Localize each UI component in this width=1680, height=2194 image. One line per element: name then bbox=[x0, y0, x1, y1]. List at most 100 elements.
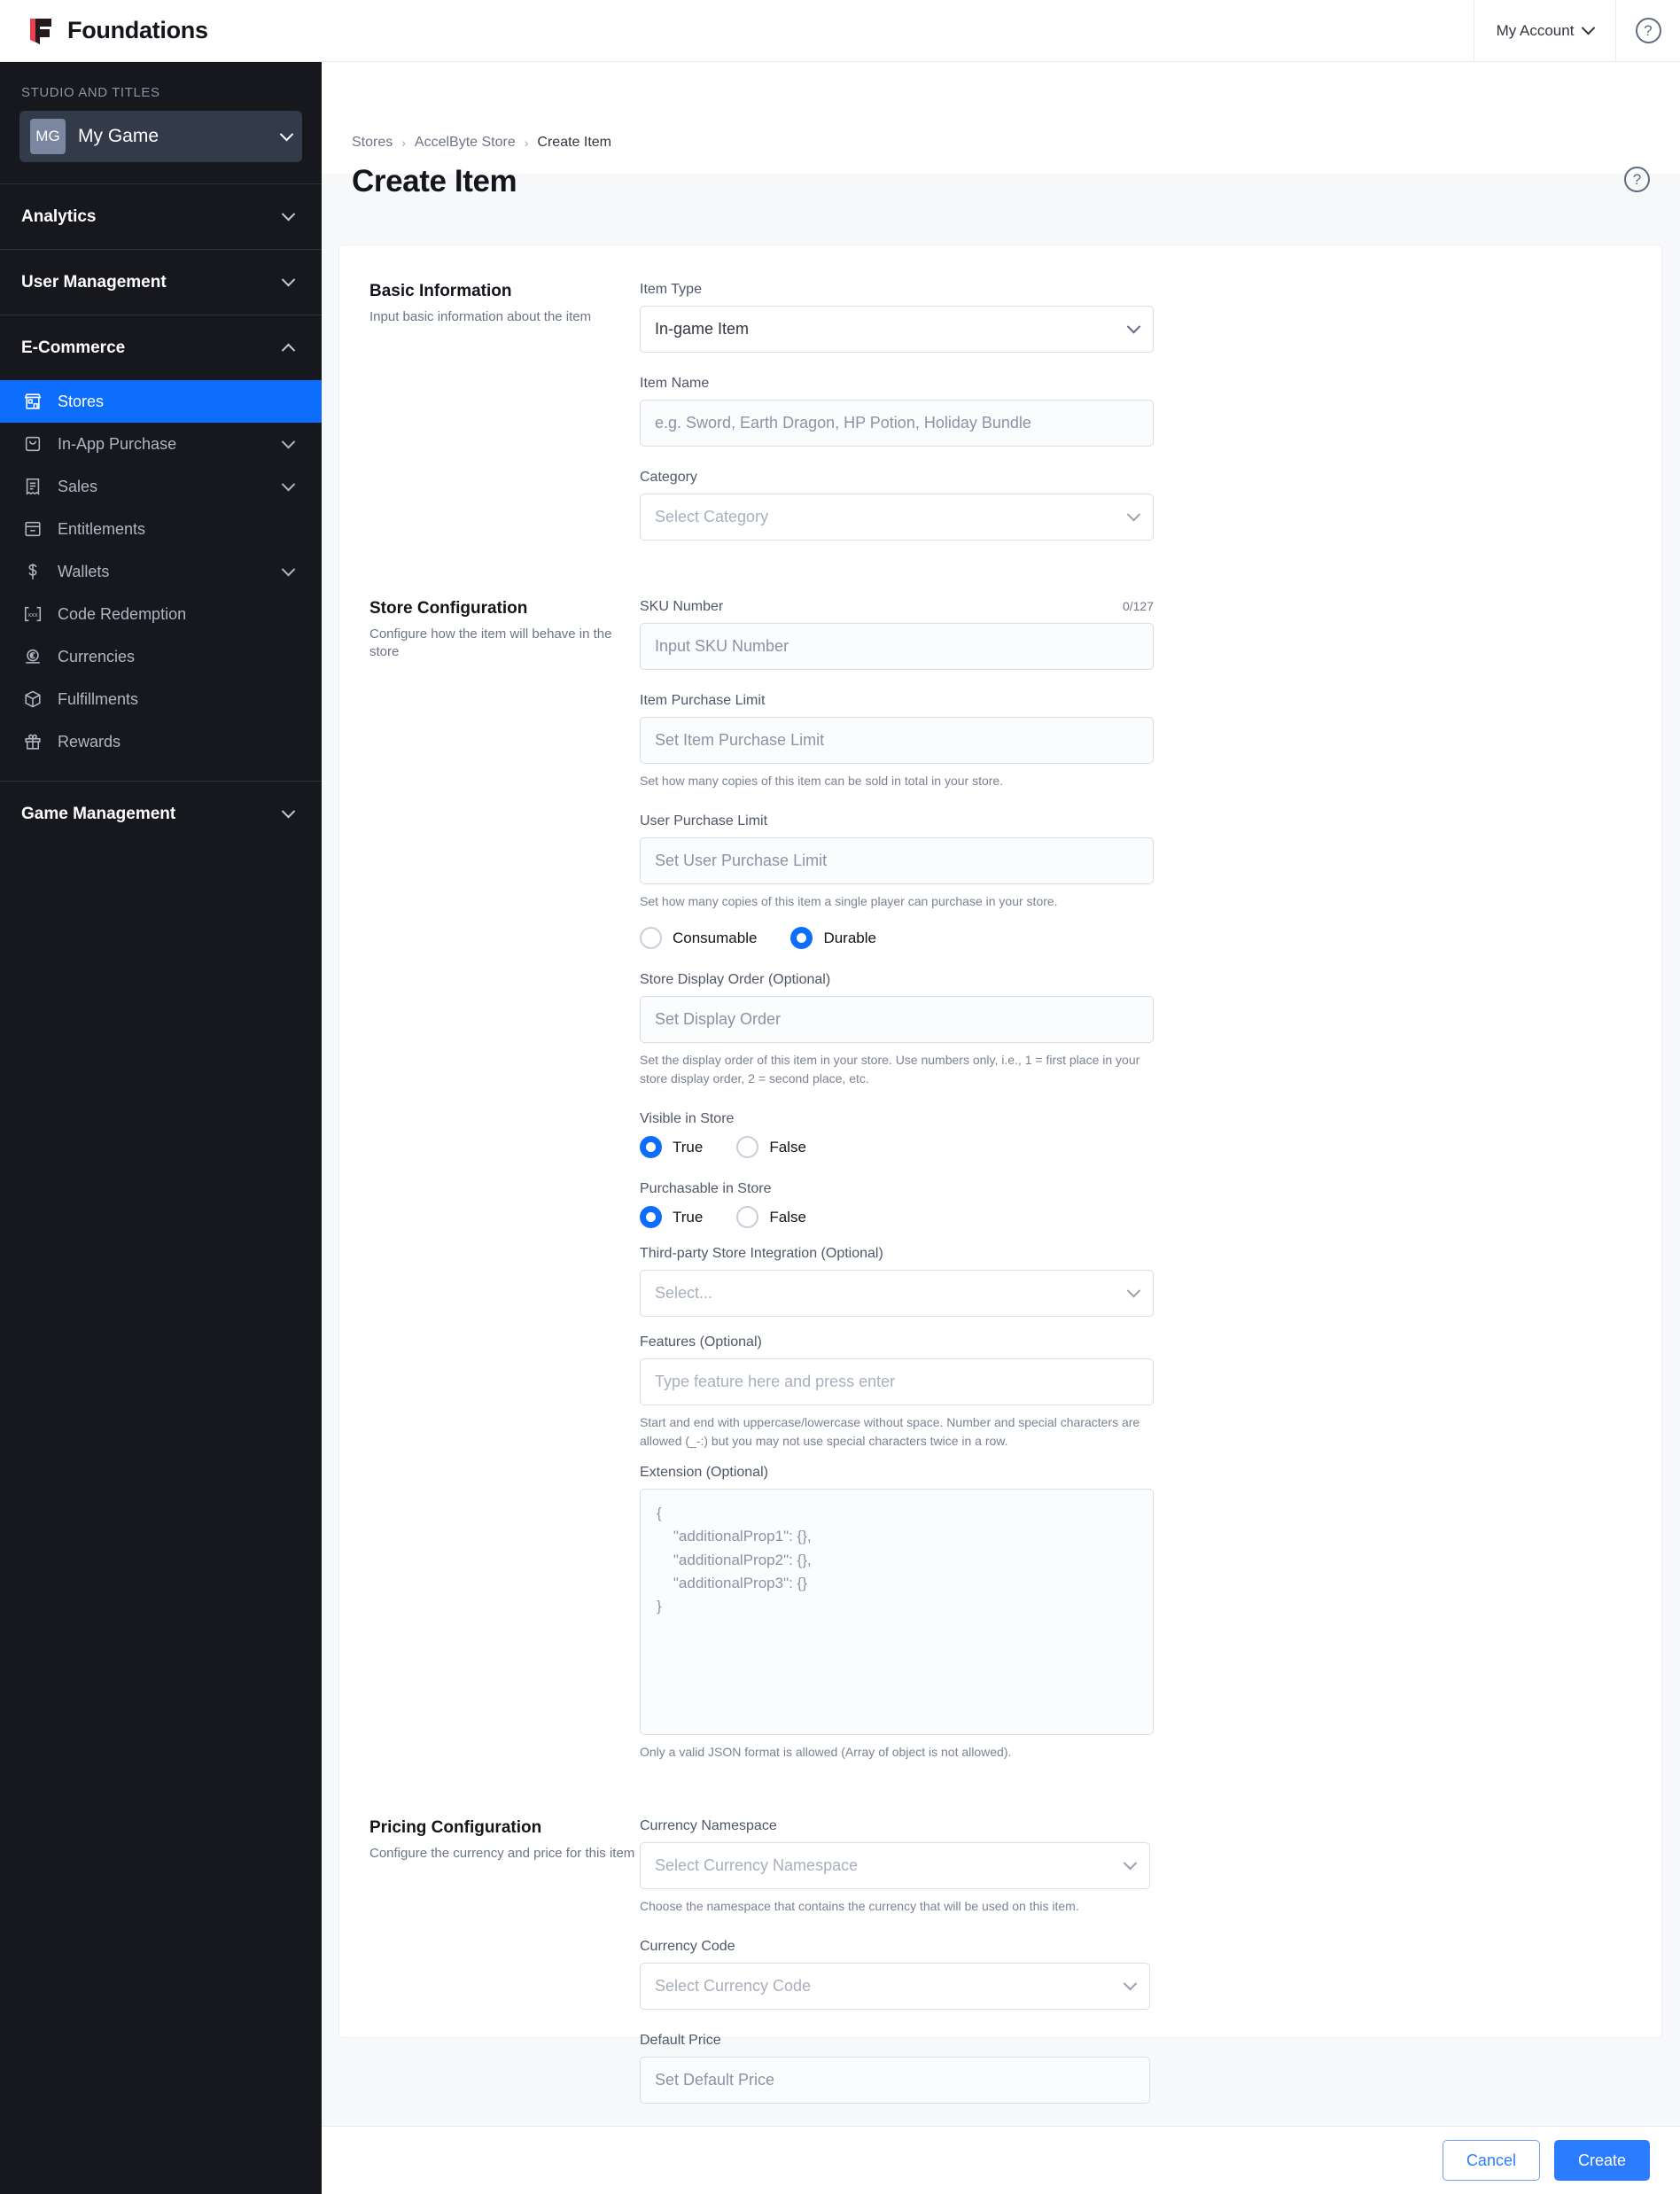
sidebar-group-game-management[interactable]: Game Management bbox=[0, 782, 322, 846]
radio-label: True bbox=[673, 1208, 704, 1225]
user-purchase-limit-input[interactable]: Set User Purchase Limit bbox=[640, 837, 1154, 884]
radio-label: True bbox=[673, 1138, 704, 1155]
question-circle-icon: ? bbox=[1624, 167, 1650, 192]
sku-number-input[interactable]: Input SKU Number bbox=[640, 623, 1154, 670]
section-fields: SKU Number 0/127 Input SKU Number Item P… bbox=[640, 599, 1154, 1762]
game-initials-badge: MG bbox=[30, 119, 66, 154]
sidebar-item-rewards[interactable]: Rewards bbox=[0, 720, 322, 763]
sidebar-item-label: Rewards bbox=[58, 732, 121, 751]
receipt-icon bbox=[21, 476, 43, 498]
section-pricing-configuration: Pricing Configuration Configure the curr… bbox=[339, 1762, 1661, 2104]
sidebar-item-sales[interactable]: Sales bbox=[0, 465, 322, 508]
section-heading: Store Configuration Configure how the it… bbox=[369, 599, 640, 1762]
radio-dot-icon bbox=[640, 1136, 662, 1158]
game-selector[interactable]: MG My Game bbox=[19, 111, 302, 162]
category-select[interactable]: Select Category bbox=[640, 494, 1154, 541]
currency-code-placeholder: Select Currency Code bbox=[655, 1977, 812, 1995]
section-heading: Basic Information Input basic informatio… bbox=[369, 282, 640, 541]
my-account-menu[interactable]: My Account bbox=[1474, 0, 1615, 62]
sidebar-item-stores[interactable]: Stores bbox=[0, 380, 322, 423]
sidebar-item-entitlements[interactable]: Entitlements bbox=[0, 508, 322, 550]
create-item-form-card: Basic Information Input basic informatio… bbox=[338, 245, 1662, 2104]
sidebar-item-wallets[interactable]: Wallets bbox=[0, 550, 322, 593]
field-purchasable-in-store: Purchasable in Store True False bbox=[640, 1181, 1154, 1228]
item-name-input[interactable]: e.g. Sword, Earth Dragon, HP Potion, Hol… bbox=[640, 400, 1154, 447]
field-currency-namespace: Currency Namespace Select Currency Names… bbox=[640, 1818, 1150, 1916]
chevron-down-icon bbox=[284, 567, 293, 577]
brand-name: Foundations bbox=[67, 17, 208, 43]
currency-namespace-placeholder: Select Currency Namespace bbox=[655, 1856, 859, 1874]
radio-purchasable-false[interactable]: False bbox=[736, 1206, 806, 1228]
cancel-button[interactable]: Cancel bbox=[1442, 2140, 1540, 2181]
sidebar-item-currencies[interactable]: Currencies bbox=[0, 635, 322, 678]
field-label: Default Price bbox=[640, 2033, 721, 2048]
main-content: Stores › AccelByte Store › Create Item C… bbox=[322, 62, 1680, 2194]
item-purchase-limit-input[interactable]: Set Item Purchase Limit bbox=[640, 717, 1154, 764]
radio-dot-icon bbox=[640, 927, 662, 949]
display-order-input[interactable]: Set Display Order bbox=[640, 996, 1154, 1043]
sidebar-group-user-management[interactable]: User Management bbox=[0, 250, 322, 315]
brand-logo[interactable]: Foundations bbox=[0, 17, 1474, 45]
features-input[interactable]: Type feature here and press enter bbox=[640, 1358, 1154, 1405]
sidebar-item-in-app-purchase[interactable]: In-App Purchase bbox=[0, 423, 322, 465]
field-user-purchase-limit: User Purchase Limit Set User Purchase Li… bbox=[640, 813, 1154, 911]
field-item-name: Item Name e.g. Sword, Earth Dragon, HP P… bbox=[640, 376, 1154, 447]
chevron-right-icon: › bbox=[524, 136, 529, 150]
sidebar-group-e-commerce[interactable]: E-Commerce bbox=[0, 315, 322, 380]
sidebar-item-label: Currencies bbox=[58, 647, 136, 665]
radio-visible-true[interactable]: True bbox=[640, 1136, 703, 1158]
section-basic-information: Basic Information Input basic informatio… bbox=[339, 245, 1661, 541]
chevron-down-icon bbox=[284, 809, 293, 819]
sidebar-item-fulfillments[interactable]: Fulfillments bbox=[0, 678, 322, 720]
field-label: Store Display Order (Optional) bbox=[640, 972, 831, 987]
field-label: Currency Code bbox=[640, 1939, 735, 1954]
chevron-down-icon bbox=[284, 277, 293, 287]
radio-purchasable-true[interactable]: True bbox=[640, 1206, 703, 1228]
section-heading: Pricing Configuration Configure the curr… bbox=[369, 1818, 640, 2104]
section-title: Store Configuration bbox=[369, 599, 528, 618]
radio-durable[interactable]: Durable bbox=[790, 927, 876, 949]
breadcrumb-item-stores[interactable]: Stores bbox=[352, 135, 393, 151]
display-order-placeholder: Set Display Order bbox=[655, 1010, 782, 1028]
radio-dot-icon bbox=[736, 1136, 759, 1158]
dollar-icon bbox=[21, 561, 43, 583]
item-type-select[interactable]: In-game Item bbox=[640, 306, 1154, 353]
page-help-button[interactable]: ? bbox=[1624, 167, 1650, 192]
radio-consumable[interactable]: Consumable bbox=[640, 927, 757, 949]
category-placeholder: Select Category bbox=[655, 508, 769, 525]
field-label: Visible in Store bbox=[640, 1111, 735, 1126]
field-store-display-order: Store Display Order (Optional) Set Displ… bbox=[640, 972, 1154, 1088]
third-party-select[interactable]: Select... bbox=[640, 1270, 1154, 1317]
sidebar-item-code-redemption[interactable]: xxx Code Redemption bbox=[0, 593, 322, 635]
chevron-down-icon bbox=[1129, 1288, 1139, 1298]
item-purchase-limit-placeholder: Set Item Purchase Limit bbox=[655, 731, 825, 749]
currency-code-select[interactable]: Select Currency Code bbox=[640, 1963, 1150, 2010]
currency-namespace-select[interactable]: Select Currency Namespace bbox=[640, 1842, 1150, 1889]
features-placeholder: Type feature here and press enter bbox=[655, 1373, 896, 1390]
chevron-down-icon bbox=[1129, 512, 1139, 522]
sidebar-group-label: E-Commerce bbox=[21, 338, 126, 357]
field-currency-code: Currency Code Select Currency Code bbox=[640, 1939, 1150, 2010]
sidebar-item-label: In-App Purchase bbox=[58, 434, 177, 453]
field-item-type: Item Type In-game Item bbox=[640, 282, 1154, 353]
radio-visible-false[interactable]: False bbox=[736, 1136, 806, 1158]
chevron-down-icon bbox=[1129, 324, 1139, 334]
breadcrumb-item-accelbyte-store[interactable]: AccelByte Store bbox=[415, 135, 516, 151]
default-price-input[interactable]: Set Default Price bbox=[640, 2057, 1150, 2104]
help-button[interactable]: ? bbox=[1615, 0, 1680, 62]
field-label: Third-party Store Integration (Optional) bbox=[640, 1246, 883, 1261]
field-label: Item Name bbox=[640, 376, 710, 391]
sidebar-group-analytics[interactable]: Analytics bbox=[0, 184, 322, 249]
my-account-label: My Account bbox=[1496, 21, 1575, 39]
extension-textarea[interactable]: { "additionalProp1": {}, "additionalProp… bbox=[640, 1489, 1154, 1735]
page-header: Stores › AccelByte Store › Create Item C… bbox=[322, 62, 1680, 198]
section-title: Basic Information bbox=[369, 282, 512, 300]
sidebar-item-label: Stores bbox=[58, 392, 105, 410]
sidebar-group-label: Game Management bbox=[21, 804, 176, 823]
third-party-placeholder: Select... bbox=[655, 1284, 713, 1302]
chevron-down-icon bbox=[1125, 1861, 1135, 1871]
create-button[interactable]: Create bbox=[1553, 2140, 1650, 2181]
section-fields: Item Type In-game Item Item Name e.g. Sw… bbox=[640, 282, 1154, 541]
sidebar-item-label: Code Redemption bbox=[58, 604, 187, 623]
sidebar-group-label: User Management bbox=[21, 272, 167, 292]
